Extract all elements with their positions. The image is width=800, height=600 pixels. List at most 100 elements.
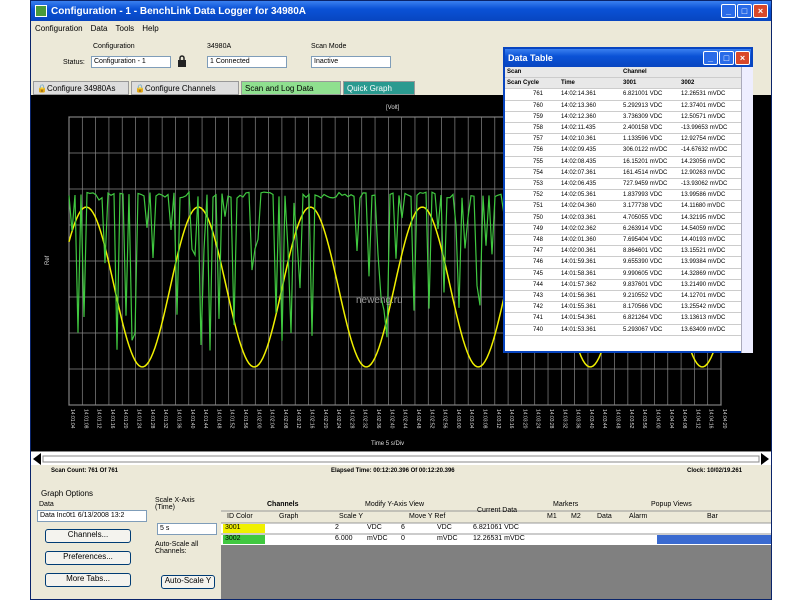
- x-axis-label: Time 5 s/Div: [371, 441, 404, 447]
- menu-data[interactable]: Data: [91, 24, 108, 33]
- dt-row[interactable]: 761 14:02:14.361 6.821001 VDC 12.26531 mVDC: [505, 89, 741, 101]
- preferences-button[interactable]: Preferences...: [45, 551, 131, 565]
- dt-cell: 8.170566 VDC: [623, 304, 663, 311]
- data-table-scrollbar[interactable]: [741, 67, 753, 353]
- row-3001-move[interactable]: 6: [401, 523, 405, 533]
- time-tick-label: 14:02:20: [322, 409, 328, 429]
- dt-row[interactable]: 754 14:02:07.361 161.4514 mVDC 12.90263 mVD…: [505, 168, 741, 179]
- autoscale-button[interactable]: Auto-Scale Y: [161, 575, 215, 589]
- dt-header-row-2: Scan Cycle Time 3001 3002: [505, 78, 741, 90]
- dt-cell: 5.293067 VDC: [623, 326, 663, 333]
- time-tick-label: 14:04:20: [721, 409, 727, 429]
- dt-cell: 13.99586 mVDC: [681, 192, 726, 199]
- dt-cell: 14:02:11.435: [561, 125, 596, 131]
- dt-maximize-button[interactable]: □: [719, 51, 734, 65]
- time-tick-label: 14:03:52: [628, 409, 634, 429]
- dt-row[interactable]: 742 14:01:55.361 8.170566 VDC 13.25542 mVDC: [505, 302, 741, 314]
- dt-cell: 3.177738 VDC: [623, 203, 663, 210]
- maximize-button[interactable]: □: [737, 4, 752, 18]
- dt-cell: 14.32869 mVDC: [681, 270, 726, 277]
- scale-x-field[interactable]: 5 s: [157, 523, 217, 535]
- dt-row[interactable]: 755 14:02:08.435 16.15201 mVDC 14.23056 mVD…: [505, 157, 741, 168]
- dt-cell: 14:02:03.361: [561, 214, 597, 221]
- data-select[interactable]: Data Inc0t1 6/13/2008 13:2: [37, 510, 147, 522]
- time-tick-label: 14:03:08: [481, 409, 487, 429]
- dt-cell: 12.90263 mVDC: [681, 169, 726, 176]
- tab-configure-channels[interactable]: 🔒Configure Channels: [131, 81, 239, 95]
- minimize-button[interactable]: _: [721, 4, 736, 18]
- channels-button[interactable]: Channels...: [45, 529, 131, 543]
- dt-row[interactable]: 743 14:01:56.361 9.210552 VDC 14.12701 mVDC: [505, 291, 741, 303]
- graph-options-title: Graph Options: [41, 489, 94, 498]
- tab-configure-34980as[interactable]: 🔒Configure 34980As: [33, 81, 129, 95]
- dt-cell: 741: [533, 315, 544, 322]
- modify-header: Modify Y-Axis View: [365, 501, 425, 508]
- row-3001-current: 6.821061 VDC: [473, 524, 519, 531]
- dt-cell: 14:02:05.361: [561, 192, 597, 199]
- dt-row[interactable]: 757 14:02:10.361 1.133596 VDC 12.92754 mVDC: [505, 134, 741, 146]
- close-button[interactable]: ×: [753, 4, 768, 18]
- scan-count: Scan Count: 761 Of 761: [51, 468, 119, 474]
- row-3001-scale[interactable]: 2: [335, 523, 339, 533]
- dt-cell: 8.864601 VDC: [623, 248, 663, 255]
- row-3002-scale[interactable]: 6.000: [335, 534, 353, 544]
- dt-cell: 14:02:02.362: [561, 225, 597, 232]
- popup-header: Popup Views: [651, 501, 692, 508]
- instrument-field: 1 Connected: [207, 56, 287, 68]
- time-tick-label: 14:02:52: [428, 409, 434, 429]
- dt-row[interactable]: 760 14:02:13.360 5.292913 VDC 12.37401 mVDC: [505, 101, 741, 112]
- tab-scan-and-log[interactable]: Scan and Log Data: [241, 81, 341, 95]
- time-tick-label: 14:02:56: [442, 409, 448, 429]
- configuration-field[interactable]: Configuration - 1: [91, 56, 171, 68]
- time-scrollbar[interactable]: [31, 451, 771, 465]
- status-label: Status:: [63, 59, 85, 66]
- menu-configuration[interactable]: Configuration: [35, 24, 83, 33]
- dt-row[interactable]: 747 14:02:00.361 8.864601 VDC 13.15521 mVDC: [505, 246, 741, 258]
- dt-cell: -13.93062 mVDC: [681, 181, 728, 187]
- dt-row[interactable]: 751 14:02:04.360 3.177738 VDC 14.11680 mVDC: [505, 201, 741, 213]
- dt-close-button[interactable]: ×: [735, 51, 750, 65]
- dt-row[interactable]: 753 14:02:06.435 727.9459 mVDC -13.93062 mV…: [505, 179, 741, 191]
- scrollbar-arrows: [33, 453, 769, 465]
- dt-row[interactable]: 748 14:02:01.360 7.695404 VDC 14.40193 mVDC: [505, 235, 741, 247]
- data-table-titlebar[interactable]: Data Table _ □ ×: [505, 49, 751, 67]
- more-tabs-button[interactable]: More Tabs...: [45, 573, 131, 587]
- menu-help[interactable]: Help: [142, 24, 158, 33]
- dt-minimize-button[interactable]: _: [703, 51, 718, 65]
- dt-row[interactable]: 752 14:02:05.361 1.837993 VDC 13.99586 mVDC: [505, 190, 741, 202]
- dt-cell: 14:01:54.361: [561, 315, 597, 322]
- app-icon: [35, 5, 47, 17]
- dt-cell: 13.13613 mVDC: [681, 315, 726, 322]
- dt-row[interactable]: 759 14:02:12.360 3.736309 VDC 12.50571 mVDC: [505, 112, 741, 123]
- dt-row[interactable]: 746 14:01:59.361 9.655390 VDC 13.99384 mVDC: [505, 257, 741, 269]
- dt-cell: 13.99384 mVDC: [681, 259, 726, 266]
- dt-cell: 14:02:01.360: [561, 237, 597, 243]
- dt-cell: 14:02:00.361: [561, 248, 597, 255]
- data-table-body: Scan Channel Scan Cycle Time 3001 3002 7…: [505, 67, 741, 353]
- time-tick-label: 14:02:28: [348, 409, 354, 429]
- menu-tools[interactable]: Tools: [116, 24, 135, 33]
- dt-cell: 742: [533, 304, 544, 311]
- time-tick-label: 14:03:56: [641, 409, 647, 429]
- dt-row[interactable]: 749 14:02:02.362 6.263914 VDC 14.54059 mVDC: [505, 224, 741, 235]
- time-tick-label: 14:01:24: [136, 409, 142, 429]
- dt-cell: 13.15521 mVDC: [681, 248, 726, 255]
- time-tick-label: 14:02:40: [388, 409, 394, 429]
- dt-cell: 14.11680 mVDC: [681, 203, 725, 210]
- dt-cell: 9.210552 VDC: [623, 293, 663, 299]
- dt-row[interactable]: 758 14:02:11.435 2.400158 VDC -13.99653 mVD…: [505, 123, 741, 135]
- dt-row[interactable]: 745 14:01:58.361 9.990605 VDC 14.32869 mVDC: [505, 269, 741, 280]
- dt-row[interactable]: 741 14:01:54.361 6.821264 VDC 13.13613 mVDC: [505, 313, 741, 325]
- time-tick-label: 14:01:36: [175, 409, 181, 429]
- dt-row[interactable]: 756 14:02:09.435 306.0122 mVDC -14.67632 mV…: [505, 145, 741, 157]
- row-3002-move[interactable]: 0: [401, 534, 405, 544]
- dt-cell: 9.655390 VDC: [623, 259, 663, 266]
- tab-quick-graph[interactable]: Quick Graph: [343, 81, 415, 95]
- plot-top-label: [Volt]: [386, 105, 400, 111]
- dt-row[interactable]: 750 14:02:03.361 4.705055 VDC 14.32195 mVDC: [505, 213, 741, 224]
- row-3001-move-unit: VDC: [437, 524, 452, 531]
- title-bar[interactable]: Configuration - 1 - BenchLink Data Logge…: [31, 1, 771, 21]
- dt-cell: 745: [533, 270, 544, 277]
- dt-row[interactable]: 744 14:01:57.362 9.837601 VDC 13.21490 mVDC: [505, 280, 741, 291]
- dt-row[interactable]: 740 14:01:53.361 5.293067 VDC 13.63409 mVDC: [505, 325, 741, 336]
